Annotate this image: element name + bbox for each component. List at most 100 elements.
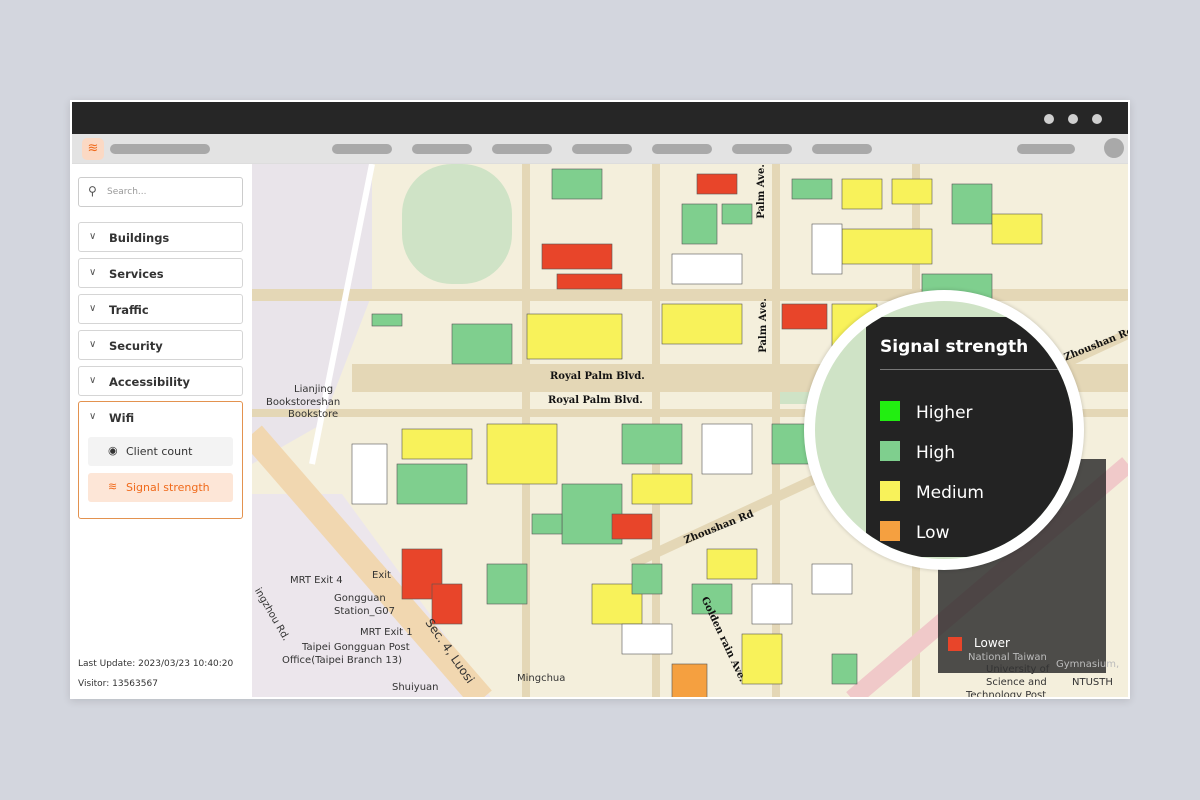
place-label: Science and — [986, 677, 1047, 688]
user-circle-icon: ◉ — [108, 444, 118, 457]
nav-item[interactable] — [492, 144, 552, 154]
app-window: ≋ ⚲ Search... ∨ Buildings ∨ Services ∨ Traff… — [70, 100, 1130, 699]
wifi-icon: ≋ — [108, 480, 118, 493]
nav-item[interactable] — [412, 144, 472, 154]
building-high — [451, 323, 513, 365]
chevron-down-icon: ∨ — [89, 231, 97, 242]
chevron-down-icon: ∨ — [89, 303, 97, 314]
place-label: Gongguan — [334, 593, 386, 604]
legend-zoomed: Signal strength Higher High Medium Low — [866, 317, 1073, 557]
window-dot[interactable] — [1092, 114, 1102, 124]
section-traffic[interactable]: ∨ Traffic — [78, 294, 243, 324]
building-lower — [431, 583, 463, 625]
chevron-down-icon: ∨ — [89, 375, 97, 386]
section-accessibility[interactable]: ∨ Accessibility — [78, 366, 243, 396]
legend-swatch — [880, 401, 900, 421]
place-label: NTUSTH — [1072, 677, 1113, 688]
building-high — [531, 513, 563, 535]
road — [252, 289, 1128, 301]
place-label: MRT Exit 4 — [290, 575, 343, 586]
place-label: Station_G07 — [334, 606, 396, 617]
legend-swatch — [880, 441, 900, 461]
section-security[interactable]: ∨ Security — [78, 330, 243, 360]
place-label: Shuiyuan — [392, 682, 439, 693]
place-label: Exit — [372, 570, 391, 581]
building-medium — [991, 213, 1043, 245]
place-label: Lianjing — [294, 384, 334, 395]
building-high — [486, 563, 528, 605]
building-medium — [486, 423, 558, 485]
place-label: Mingchua — [517, 673, 566, 684]
chevron-down-icon[interactable]: ∨ — [89, 411, 96, 422]
search-input[interactable]: ⚲ Search... — [78, 177, 243, 207]
window-dot[interactable] — [1044, 114, 1054, 124]
building-high — [951, 183, 993, 225]
building-white — [751, 583, 793, 625]
legend-swatch-lower — [948, 637, 962, 651]
section-services[interactable]: ∨ Services — [78, 258, 243, 288]
app-title-placeholder — [110, 144, 210, 154]
building-high — [621, 423, 683, 465]
building-white — [621, 623, 673, 655]
chevron-down-icon: ∨ — [89, 339, 97, 350]
building-high — [831, 653, 858, 685]
building-high — [396, 463, 468, 505]
place-label: Technology Post — [966, 690, 1047, 699]
nav-item[interactable] — [332, 144, 392, 154]
last-update: Last Update: 2023/03/23 10:40:20 — [78, 659, 234, 669]
nav-item[interactable] — [652, 144, 712, 154]
place-label: Gymnasium, — [1056, 659, 1120, 670]
building-high — [791, 178, 833, 200]
section-buildings[interactable]: ∨ Buildings — [78, 222, 243, 252]
road-label: Royal Palm Blvd. — [548, 395, 643, 406]
road-label: Royal Palm Blvd. — [550, 371, 645, 382]
building-high — [631, 563, 663, 595]
road-label: Palm Ave. — [755, 164, 767, 219]
place-label: Bookstoreshan — [266, 397, 341, 408]
nav-item[interactable] — [732, 144, 792, 154]
building-medium — [841, 228, 933, 265]
legend-item-high: High — [880, 441, 955, 463]
building-medium — [661, 303, 743, 345]
building-high — [721, 203, 753, 225]
building-lower — [781, 303, 828, 330]
legend-title: Signal strength — [880, 337, 1029, 357]
section-wifi-label[interactable]: Wifi — [109, 411, 134, 425]
window-dot[interactable] — [1068, 114, 1078, 124]
layers-logo-icon: ≋ — [82, 138, 104, 160]
nav-item[interactable] — [812, 144, 872, 154]
legend-item-medium: Medium — [880, 481, 984, 503]
user-name-placeholder[interactable] — [1017, 144, 1075, 154]
building-lower — [611, 513, 653, 540]
nav-item[interactable] — [572, 144, 632, 154]
building-medium — [891, 178, 933, 205]
building-medium — [631, 473, 693, 505]
building-medium — [741, 633, 783, 685]
place-label: Taipei Gongguan Post — [302, 642, 410, 653]
building-white — [811, 223, 843, 275]
place-label: Bookstore — [288, 409, 339, 420]
signal-strength-item[interactable]: ≋ Signal strength — [88, 473, 233, 502]
building-low — [671, 663, 708, 697]
building-lower — [696, 173, 738, 195]
building-high — [681, 203, 718, 245]
building-medium — [841, 178, 883, 210]
avatar[interactable] — [1104, 138, 1124, 158]
sidebar: ⚲ Search... ∨ Buildings ∨ Services ∨ Traffic… — [72, 164, 252, 697]
building-white — [701, 423, 753, 475]
search-icon: ⚲ — [88, 184, 97, 198]
building-high — [551, 168, 603, 200]
building-medium — [526, 313, 623, 360]
legend-label-lower: Lower — [974, 636, 1010, 650]
section-wifi: ∨ Wifi ◉ Client count ≋ Signal strength — [78, 401, 243, 519]
legend-item-low: Low — [880, 521, 949, 543]
building-medium — [706, 548, 758, 580]
building-lower — [556, 273, 623, 290]
legend-swatch — [880, 521, 900, 541]
building-white — [671, 253, 743, 285]
chevron-down-icon: ∨ — [89, 267, 97, 278]
building-high — [371, 313, 403, 327]
client-count-item[interactable]: ◉ Client count — [88, 437, 233, 466]
legend-divider — [880, 369, 1073, 370]
place-label: University of — [986, 664, 1050, 675]
